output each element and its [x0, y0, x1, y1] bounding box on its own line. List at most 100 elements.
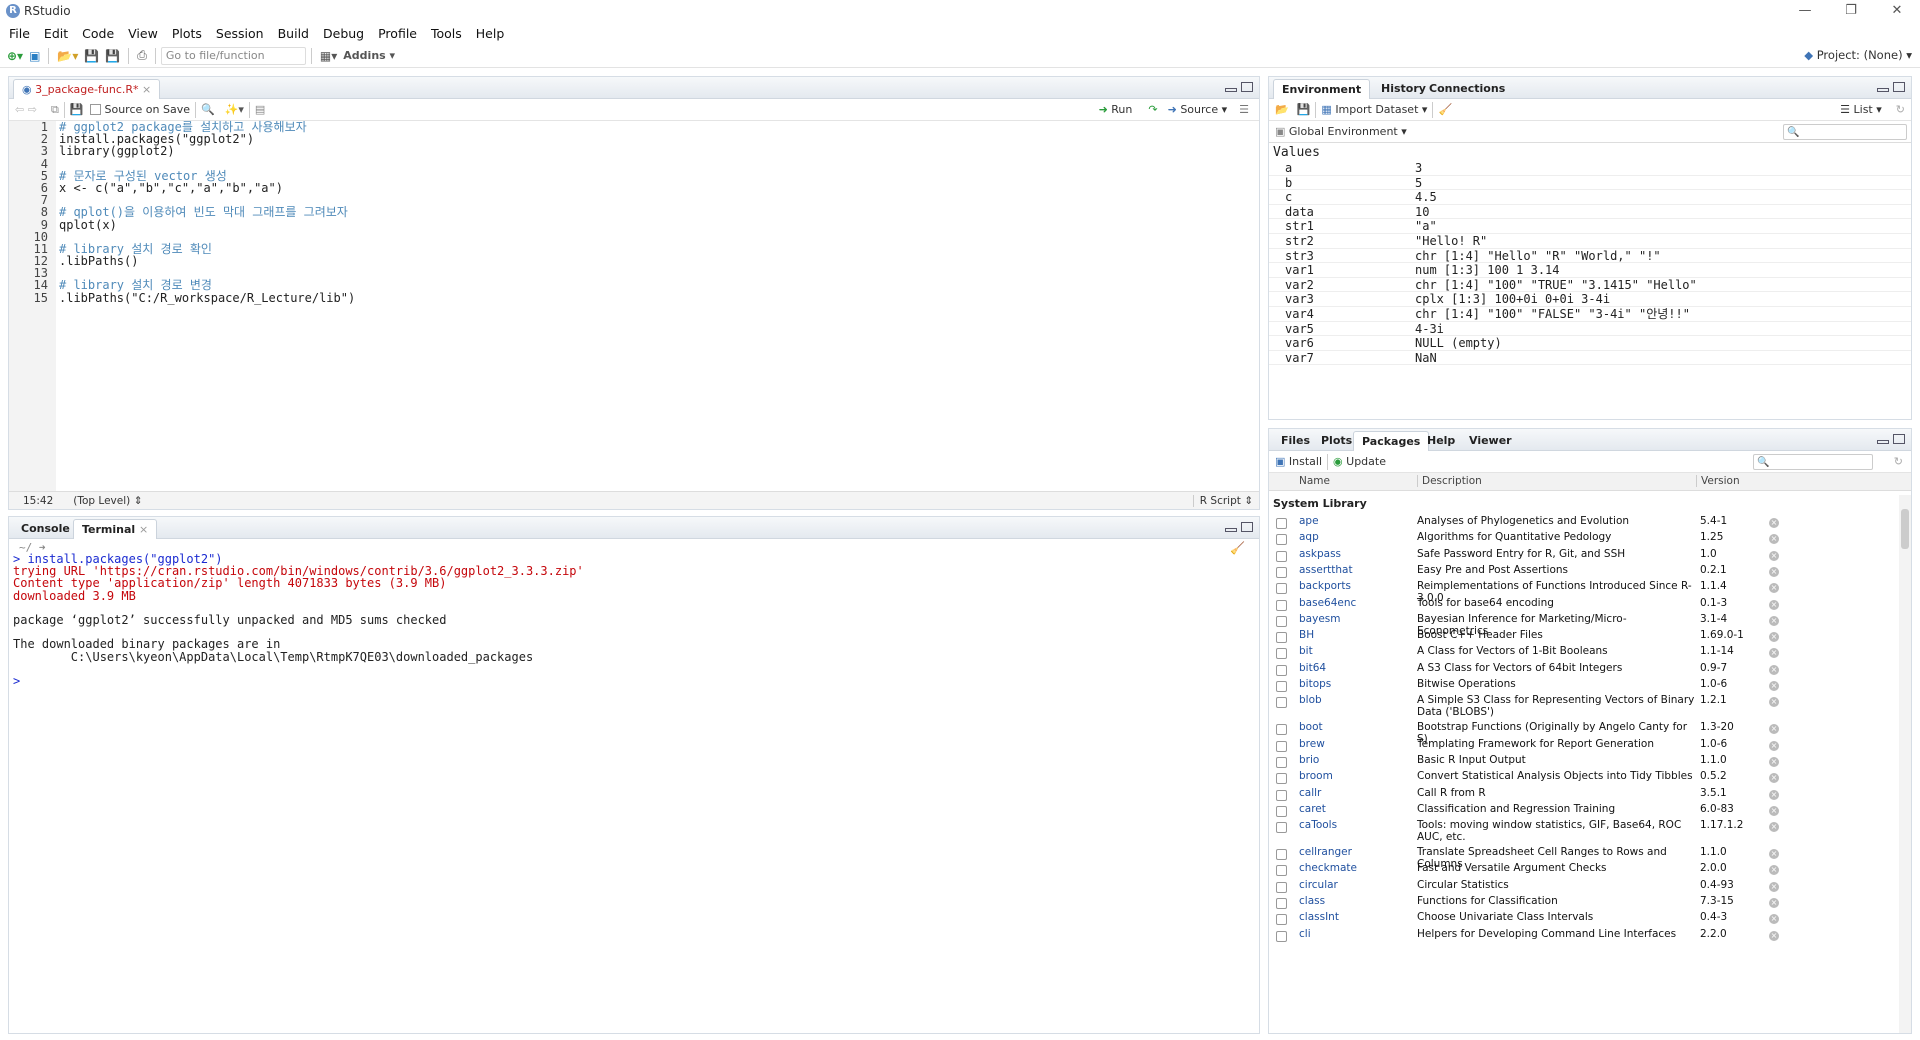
package-checkbox[interactable] [1276, 724, 1287, 736]
editor-tab[interactable]: ◉ 3_package-func.R* × [13, 79, 161, 99]
package-checkbox[interactable] [1276, 697, 1287, 709]
package-name-link[interactable]: askpass [1299, 548, 1341, 560]
import-dataset-button[interactable]: ▦ Import Dataset ▾ [1321, 103, 1427, 116]
env-row[interactable]: str1 "a" [1269, 219, 1911, 234]
packages-scrollbar[interactable] [1899, 495, 1911, 1033]
menu-view[interactable]: View [121, 26, 165, 41]
package-name-link[interactable]: bayesm [1299, 613, 1340, 625]
env-row[interactable]: var6 NULL (empty) [1269, 336, 1911, 351]
install-button[interactable]: ▣ Install [1275, 455, 1322, 468]
tab-terminal[interactable]: Terminal × [73, 519, 158, 539]
refresh-env-icon[interactable]: ↻ [1896, 103, 1905, 116]
minimize-console-icon[interactable] [1225, 528, 1237, 532]
tab-console[interactable]: Console [13, 519, 78, 539]
env-row[interactable]: var3 cplx [1:3] 100+0i 0+0i 3-4i [1269, 292, 1911, 307]
code-tools-icon[interactable]: ✨▾ [225, 103, 244, 116]
tab-viewer[interactable]: Viewer [1461, 431, 1520, 451]
menu-plots[interactable]: Plots [165, 26, 209, 41]
menu-help[interactable]: Help [469, 26, 512, 41]
package-checkbox[interactable] [1276, 773, 1287, 785]
minimize-files-icon[interactable] [1877, 440, 1889, 444]
package-name-link[interactable]: class [1299, 895, 1325, 907]
package-name-link[interactable]: BH [1299, 629, 1314, 641]
go-to-file-input[interactable]: Go to file/function [160, 46, 306, 65]
open-file-icon[interactable]: 📂▾ [54, 46, 81, 66]
menu-build[interactable]: Build [271, 26, 316, 41]
new-file-icon[interactable]: ⊕▾ [4, 46, 26, 66]
remove-package-icon[interactable]: × [1769, 583, 1779, 594]
package-checkbox[interactable] [1276, 805, 1287, 817]
package-name-link[interactable]: boot [1299, 721, 1323, 733]
package-name-link[interactable]: bitops [1299, 678, 1331, 690]
code-line[interactable]: # qplot()을 이용하여 빈도 막대 그래프를 그려보자 [59, 206, 1259, 218]
package-checkbox[interactable] [1276, 822, 1287, 834]
outline-icon[interactable]: ☰ [1239, 103, 1249, 116]
package-name-link[interactable]: aqp [1299, 531, 1319, 543]
package-checkbox[interactable] [1276, 914, 1287, 926]
package-name-link[interactable]: cli [1299, 928, 1311, 940]
env-row[interactable]: var4 chr [1:4] "100" "FALSE" "3-4i" "안녕!!… [1269, 307, 1911, 322]
package-checkbox[interactable] [1276, 648, 1287, 660]
package-name-link[interactable]: assertthat [1299, 564, 1353, 576]
remove-package-icon[interactable]: × [1769, 898, 1779, 908]
save-all-icon[interactable]: 💾 [102, 46, 123, 66]
close-tab-icon[interactable]: × [142, 83, 151, 96]
remove-package-icon[interactable]: × [1769, 822, 1779, 833]
remove-package-icon[interactable]: × [1769, 805, 1779, 816]
save-workspace-icon[interactable]: 💾 [1297, 103, 1311, 116]
remove-package-icon[interactable]: × [1769, 930, 1779, 941]
package-name-link[interactable]: bit64 [1299, 662, 1326, 674]
tab-help[interactable]: Help [1419, 431, 1463, 451]
remove-package-icon[interactable]: × [1769, 697, 1779, 708]
package-name-link[interactable]: backports [1299, 580, 1351, 592]
package-name-link[interactable]: ape [1299, 515, 1319, 527]
addins-menu[interactable]: Addins ▾ [340, 46, 398, 66]
remove-package-icon[interactable]: × [1769, 681, 1779, 691]
env-search-input[interactable]: 🔍 [1783, 124, 1907, 140]
tab-environment[interactable]: Environment [1273, 79, 1371, 99]
remove-package-icon[interactable]: × [1769, 518, 1779, 528]
col-description[interactable]: Description [1417, 475, 1482, 487]
file-type-menu[interactable]: R Script ⇕ [1192, 494, 1253, 507]
update-button[interactable]: ◉ Update [1333, 455, 1386, 468]
show-in-window-icon[interactable]: ⧉ [51, 103, 59, 117]
col-name[interactable]: Name [1299, 475, 1330, 487]
package-checkbox[interactable] [1276, 518, 1287, 529]
console-output[interactable]: > install.packages("ggplot2") trying URL … [13, 553, 1259, 1033]
remove-package-icon[interactable]: × [1769, 881, 1779, 892]
env-row[interactable]: str2 "Hello! R" [1269, 234, 1911, 249]
package-name-link[interactable]: caret [1299, 803, 1326, 815]
source-button[interactable]: ➜ Source ▾ [1168, 103, 1228, 116]
remove-package-icon[interactable]: × [1769, 773, 1779, 784]
package-checkbox[interactable] [1276, 881, 1287, 893]
package-checkbox[interactable] [1276, 583, 1287, 595]
remove-package-icon[interactable]: × [1769, 789, 1779, 800]
remove-package-icon[interactable]: × [1769, 550, 1779, 561]
env-row[interactable]: var7 NaN [1269, 351, 1911, 366]
list-view-menu[interactable]: ☰ List ▾ [1840, 103, 1882, 116]
package-checkbox[interactable] [1276, 865, 1287, 877]
code-line[interactable] [59, 267, 1259, 279]
minimize-button[interactable]: — [1782, 0, 1828, 22]
package-name-link[interactable]: cellranger [1299, 846, 1352, 858]
package-name-link[interactable]: brew [1299, 738, 1325, 750]
close-terminal-icon[interactable]: × [139, 523, 148, 536]
package-checkbox[interactable] [1276, 789, 1287, 801]
global-env-menu[interactable]: ▣ Global Environment ▾ [1275, 125, 1407, 138]
code-line[interactable]: .libPaths("C:/R_workspace/R_Lecture/lib"… [59, 291, 1259, 303]
code-editor[interactable]: # ggplot2 package를 설치하고 사용해보자 install.pac… [59, 121, 1259, 491]
remove-package-icon[interactable]: × [1769, 648, 1779, 659]
menu-debug[interactable]: Debug [316, 26, 371, 41]
remove-package-icon[interactable]: × [1769, 599, 1779, 610]
remove-package-icon[interactable]: × [1769, 566, 1779, 577]
source-on-save-checkbox[interactable] [89, 104, 101, 115]
package-checkbox[interactable] [1276, 930, 1287, 942]
menu-profile[interactable]: Profile [371, 26, 424, 41]
remove-package-icon[interactable]: × [1769, 724, 1779, 735]
project-menu[interactable]: ◆ Project: (None) ▾ [1804, 48, 1912, 62]
code-line[interactable]: install.packages("ggplot2") [59, 133, 1259, 145]
package-name-link[interactable]: blob [1299, 694, 1322, 706]
print-icon[interactable]: ⎙ [134, 46, 150, 66]
package-checkbox[interactable] [1276, 615, 1287, 627]
env-row[interactable]: b5 [1269, 176, 1911, 191]
